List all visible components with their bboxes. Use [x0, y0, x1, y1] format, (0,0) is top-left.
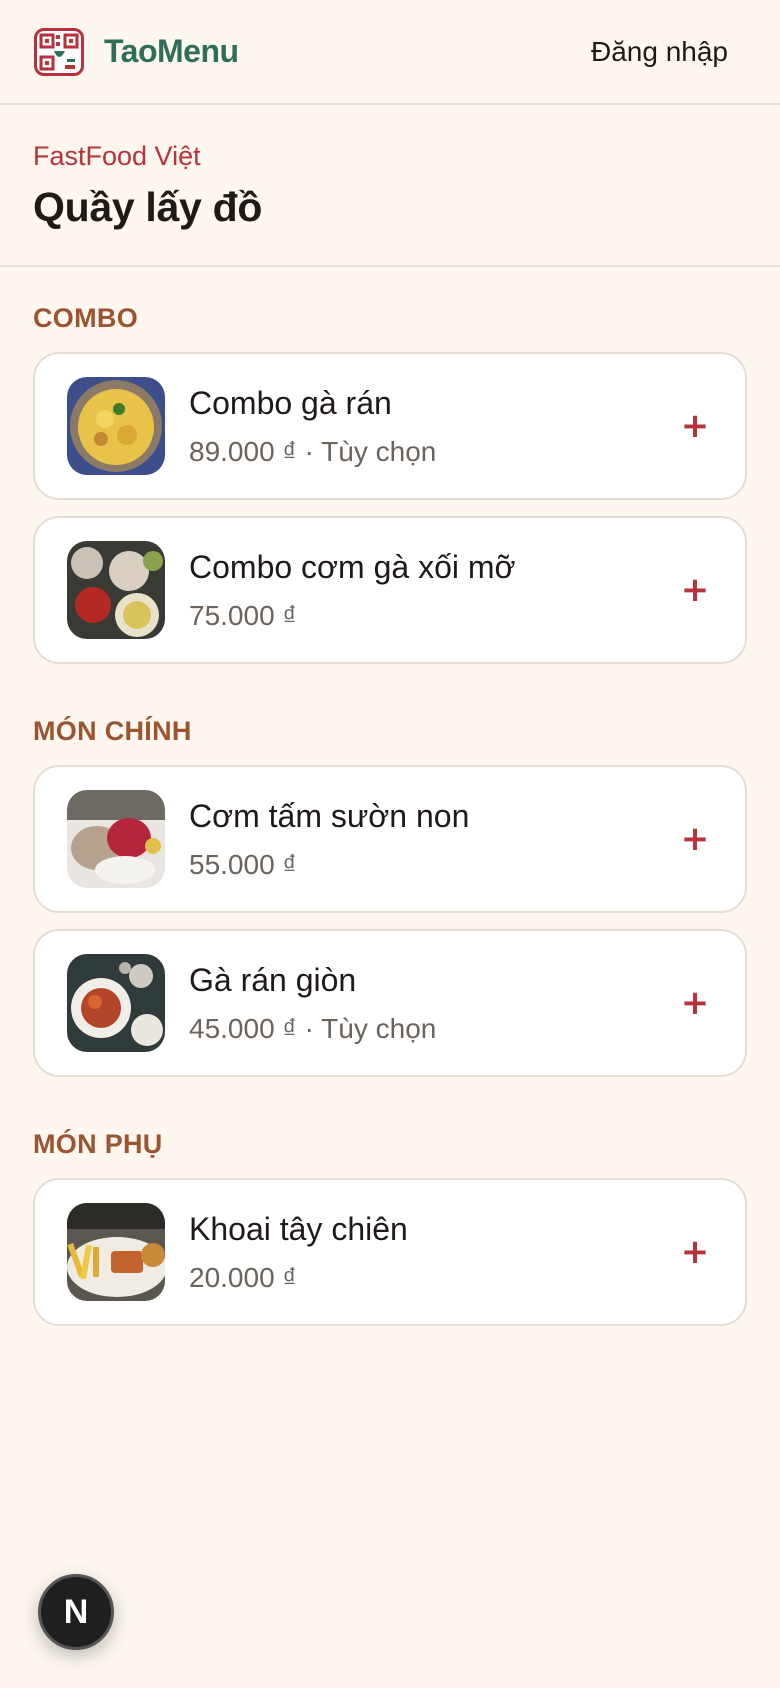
- add-to-cart-button[interactable]: +: [677, 819, 713, 859]
- item-price: 55.000 ₫: [189, 848, 297, 880]
- item-info: Cơm tấm sườn non 55.000 ₫: [189, 798, 677, 881]
- food-photo: [67, 790, 165, 888]
- item-name: Khoai tây chiên: [189, 1210, 408, 1247]
- item-price: 45.000 ₫ · Tùy chọn: [189, 1012, 437, 1044]
- item-name: Combo gà rán: [189, 384, 392, 421]
- menu-item-card[interactable]: Combo gà rán 89.000 ₫ · Tùy chọn +: [33, 352, 747, 500]
- item-name: Cơm tấm sườn non: [189, 797, 470, 834]
- menu-item-card[interactable]: Gà rán giòn 45.000 ₫ · Tùy chọn +: [33, 929, 747, 1077]
- brand-name[interactable]: TaoMenu: [104, 33, 239, 70]
- qr-menu-logo-icon[interactable]: [34, 27, 84, 76]
- food-photo: [67, 377, 165, 475]
- floating-n-button[interactable]: N: [38, 1574, 114, 1650]
- item-info: Gà rán giòn 45.000 ₫ · Tùy chọn: [189, 962, 677, 1045]
- section-main-dishes: MÓN CHÍNH Cơm tấm sườn non 55.000 ₫ + Gà…: [0, 680, 780, 1077]
- add-to-cart-button[interactable]: +: [677, 406, 713, 446]
- add-to-cart-button[interactable]: +: [677, 983, 713, 1023]
- login-button[interactable]: Đăng nhập: [591, 36, 728, 68]
- item-name: Gà rán giòn: [189, 961, 357, 998]
- section-combo: COMBO Combo gà rán 89.000 ₫ · Tùy chọn +: [0, 267, 780, 664]
- menu-item-card[interactable]: Khoai tây chiên 20.000 ₫ +: [33, 1178, 747, 1326]
- menu-item-card[interactable]: Combo cơm gà xối mỡ 75.000 ₫ +: [33, 516, 747, 664]
- item-info: Combo gà rán 89.000 ₫ · Tùy chọn: [189, 385, 677, 468]
- section-title: MÓN PHỤ: [33, 1129, 163, 1159]
- store-header: FastFood Việt Quầy lấy đồ: [0, 105, 780, 267]
- menu-item-card[interactable]: Cơm tấm sườn non 55.000 ₫ +: [33, 765, 747, 913]
- item-price: 89.000 ₫ · Tùy chọn: [189, 435, 437, 467]
- item-name: Combo cơm gà xối mỡ: [189, 548, 516, 585]
- item-info: Khoai tây chiên 20.000 ₫: [189, 1211, 677, 1294]
- section-title: COMBO: [33, 303, 138, 333]
- page-title: Quầy lấy đồ: [33, 184, 263, 230]
- item-price: 20.000 ₫: [189, 1261, 297, 1293]
- item-price: 75.000 ₫: [189, 599, 297, 631]
- item-info: Combo cơm gà xối mỡ 75.000 ₫: [189, 549, 677, 632]
- food-photo: [67, 954, 165, 1052]
- section-title: MÓN CHÍNH: [33, 716, 192, 746]
- top-bar: TaoMenu Đăng nhập: [0, 0, 780, 105]
- add-to-cart-button[interactable]: +: [677, 1232, 713, 1272]
- add-to-cart-button[interactable]: +: [677, 570, 713, 610]
- food-photo: [67, 1203, 165, 1301]
- section-side-dishes: MÓN PHỤ Khoai tây chiên 20.000 ₫ +: [0, 1093, 780, 1326]
- restaurant-name: FastFood Việt: [33, 141, 201, 171]
- food-photo: [67, 541, 165, 639]
